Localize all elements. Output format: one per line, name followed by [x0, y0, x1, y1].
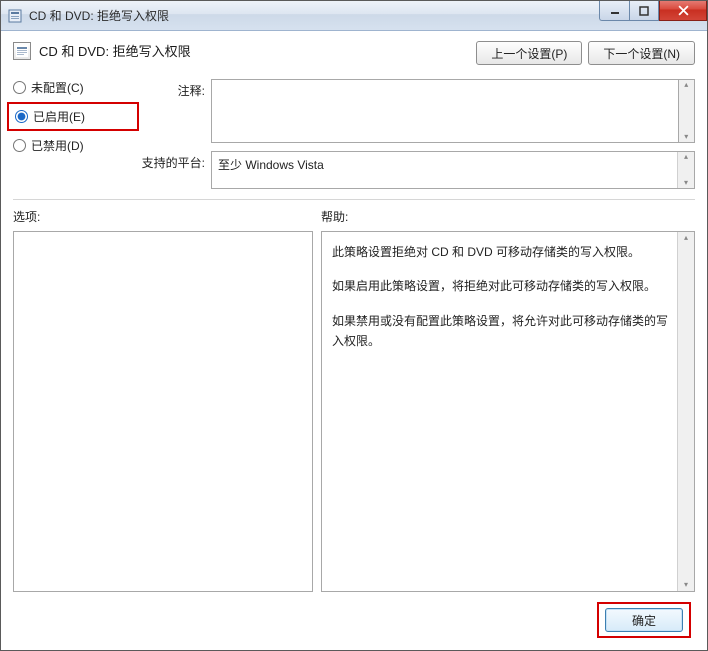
window-title: CD 和 DVD: 拒绝写入权限	[29, 7, 169, 24]
options-body	[14, 232, 312, 591]
options-panel	[13, 231, 313, 592]
scroll-down-icon: ▾	[684, 178, 688, 188]
close-button[interactable]	[659, 1, 707, 21]
previous-setting-button[interactable]: 上一个设置(P)	[476, 41, 582, 65]
scroll-up-icon: ▴	[684, 152, 688, 162]
radio-enabled[interactable]: 已启用(E)	[15, 108, 131, 125]
radio-not-configured-label: 未配置(C)	[31, 79, 84, 96]
scroll-up-icon: ▴	[684, 232, 688, 244]
page-title: CD 和 DVD: 拒绝写入权限	[39, 41, 191, 60]
scroll-down-icon: ▾	[684, 132, 688, 142]
notes-textarea[interactable]	[211, 79, 679, 143]
help-body: 此策略设置拒绝对 CD 和 DVD 可移动存储类的写入权限。 如果启用此策略设置…	[322, 232, 694, 591]
scroll-up-icon: ▴	[684, 80, 688, 90]
enabled-highlight: 已启用(E)	[7, 102, 139, 131]
radio-enabled-label: 已启用(E)	[33, 108, 85, 125]
app-icon	[7, 8, 23, 24]
help-paragraph: 如果禁用或没有配置此策略设置，将允许对此可移动存储类的写入权限。	[332, 311, 672, 352]
ok-button[interactable]: 确定	[605, 608, 683, 632]
section-labels: 选项: 帮助:	[13, 208, 695, 225]
footer: 确定	[13, 592, 695, 640]
radio-disabled-input[interactable]	[13, 139, 26, 152]
scroll-down-icon: ▾	[684, 579, 688, 591]
config-row: 未配置(C) 已启用(E) 已禁用(D) 注释:	[13, 79, 695, 189]
next-setting-button[interactable]: 下一个设置(N)	[588, 41, 695, 65]
platform-value: 至少 Windows Vista	[212, 152, 677, 177]
help-paragraph: 此策略设置拒绝对 CD 和 DVD 可移动存储类的写入权限。	[332, 242, 672, 262]
minimize-button[interactable]	[599, 1, 629, 21]
help-scrollbar[interactable]: ▴ ▾	[677, 232, 694, 591]
separator	[13, 199, 695, 200]
radio-disabled-label: 已禁用(D)	[31, 137, 84, 154]
help-panel: 此策略设置拒绝对 CD 和 DVD 可移动存储类的写入权限。 如果启用此策略设置…	[321, 231, 695, 592]
ok-highlight: 确定	[597, 602, 691, 638]
platform-label: 支持的平台:	[141, 151, 205, 171]
notes-label: 注释:	[141, 79, 205, 99]
window-buttons	[599, 1, 707, 21]
platform-scrollbar[interactable]: ▴ ▾	[677, 152, 694, 188]
panels-row: 此策略设置拒绝对 CD 和 DVD 可移动存储类的写入权限。 如果启用此策略设置…	[13, 231, 695, 592]
platform-box: 至少 Windows Vista ▴ ▾	[211, 151, 695, 189]
maximize-button[interactable]	[629, 1, 659, 21]
policy-icon	[13, 42, 31, 60]
header-row: CD 和 DVD: 拒绝写入权限 上一个设置(P) 下一个设置(N)	[13, 41, 695, 65]
dialog-window: CD 和 DVD: 拒绝写入权限	[0, 0, 708, 651]
help-label: 帮助:	[321, 208, 695, 225]
help-paragraph: 如果启用此策略设置，将拒绝对此可移动存储类的写入权限。	[332, 276, 672, 296]
radio-not-configured-input[interactable]	[13, 81, 26, 94]
notes-scrollbar[interactable]: ▴ ▾	[679, 79, 695, 143]
titlebar[interactable]: CD 和 DVD: 拒绝写入权限	[1, 1, 707, 31]
options-label: 选项:	[13, 208, 313, 225]
fields-column: 注释: ▴ ▾ 支持的平台: 至少 Windows Vista ▴	[141, 79, 695, 189]
state-radio-group: 未配置(C) 已启用(E) 已禁用(D)	[13, 79, 133, 154]
client-area: CD 和 DVD: 拒绝写入权限 上一个设置(P) 下一个设置(N) 未配置(C…	[1, 31, 707, 650]
radio-not-configured[interactable]: 未配置(C)	[13, 79, 133, 96]
radio-disabled[interactable]: 已禁用(D)	[13, 137, 133, 154]
radio-enabled-input[interactable]	[15, 110, 28, 123]
